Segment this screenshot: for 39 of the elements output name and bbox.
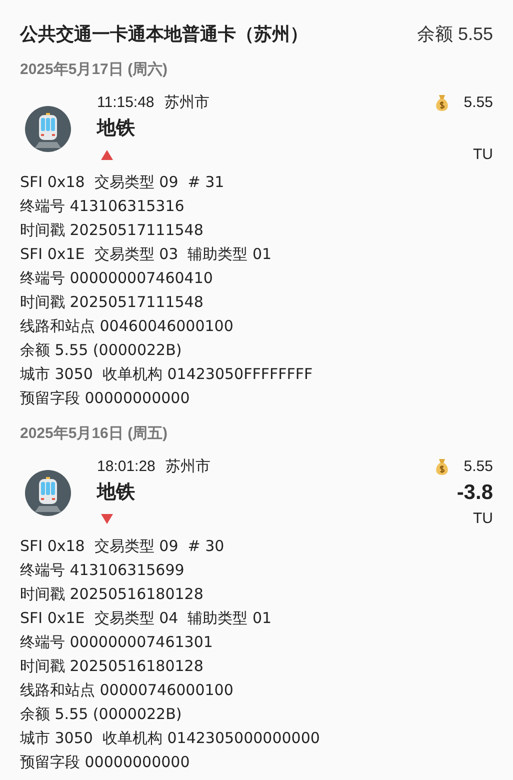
- money-bag-icon: [434, 458, 450, 476]
- record-detail: 预留字段 00000000000: [20, 388, 190, 409]
- transaction-type: 地铁: [97, 480, 135, 505]
- record-detail: 终端号 413106315699: [20, 560, 184, 581]
- transaction-city: 苏州市: [165, 456, 210, 477]
- card-title: 公共交通一卡通本地普通卡（苏州）: [20, 22, 308, 46]
- record-detail: 终端号 000000007461301: [20, 632, 213, 653]
- card-balance: 余额 5.55: [416, 22, 493, 46]
- currency-unit: TU: [473, 508, 493, 529]
- record-detail: 预留字段 00000000000: [20, 752, 190, 773]
- record-detail: SFI 0x1E 交易类型 03 辅助类型 01: [20, 244, 272, 265]
- record-detail: 时间戳 20250517111548: [20, 292, 204, 313]
- date-heading: 2025年5月17日 (周六): [19, 60, 169, 80]
- metro-train-icon: [25, 106, 71, 152]
- record-detail: 城市 3050 收单机构 0142305000000000: [20, 728, 320, 749]
- record-detail: 终端号 413106315316: [20, 196, 184, 217]
- date-heading: 2025年5月16日 (周五): [19, 424, 169, 444]
- transaction-time: 11:15:48: [97, 92, 154, 113]
- money-bag-icon: [434, 94, 450, 112]
- record-detail: 余额 5.55 (0000022B): [20, 704, 182, 725]
- balance-amount: 5.55: [464, 92, 493, 113]
- currency-unit: TU: [473, 144, 493, 165]
- record-detail: 线路和站点 00000746000100: [20, 680, 234, 701]
- record-detail: SFI 0x18 交易类型 09 # 30: [20, 536, 224, 557]
- transaction-time: 18:01:28: [97, 456, 156, 477]
- metro-train-icon: [25, 470, 71, 516]
- record-detail: 时间戳 20250517111548: [20, 220, 204, 241]
- transaction-amount: -3.8: [456, 480, 493, 506]
- record-detail: 时间戳 20250516180128: [20, 656, 204, 677]
- record-detail: SFI 0x18 交易类型 09 # 31: [20, 172, 224, 193]
- transaction-city: 苏州市: [164, 92, 210, 113]
- balance-amount: 5.55: [464, 456, 493, 477]
- record-detail: 城市 3050 收单机构 01423050FFFFFFFF: [20, 364, 313, 385]
- record-detail: 线路和站点 00460046000100: [20, 316, 234, 337]
- record-detail: 余额 5.55 (0000022B): [20, 340, 182, 361]
- record-detail: 时间戳 20250516180128: [20, 584, 204, 605]
- record-detail: 终端号 000000007460410: [20, 268, 213, 289]
- transaction-type: 地铁: [97, 116, 135, 141]
- record-detail: SFI 0x1E 交易类型 04 辅助类型 01: [20, 608, 272, 629]
